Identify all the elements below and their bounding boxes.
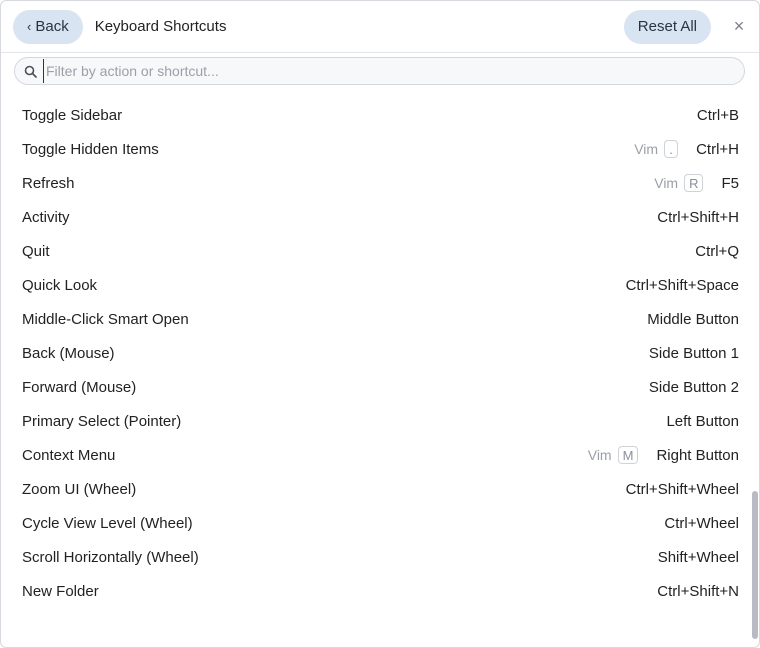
shortcut-bindings: Vim R F5 [654, 174, 739, 192]
shortcut-bindings: Ctrl+Shift+Wheel [626, 481, 739, 498]
search-input[interactable] [43, 59, 744, 83]
shortcut-action-label: Toggle Hidden Items [22, 140, 159, 158]
shortcut-bindings: Side Button 2 [649, 379, 739, 396]
shortcut-action-label: Toggle Sidebar [22, 106, 123, 124]
vim-key-badge: M [617, 446, 639, 464]
shortcut-row[interactable]: Scroll Horizontally (Wheel) Shift+Wheel [1, 540, 749, 574]
shortcut-row[interactable]: Primary Select (Pointer) Left Button [1, 404, 749, 438]
shortcut-action-label: Primary Select (Pointer) [22, 412, 182, 430]
shortcut-action-label: Quit [22, 242, 50, 260]
keyboard-shortcuts-dialog: ‹ Back Keyboard Shortcuts Reset All × To… [0, 0, 760, 648]
shortcut-keys: Ctrl+Q [695, 242, 739, 260]
page-title: Keyboard Shortcuts [94, 18, 227, 35]
vim-label: Vim [587, 447, 612, 463]
shortcut-row[interactable]: Forward (Mouse) Side Button 2 [1, 370, 749, 404]
shortcut-action-label: Scroll Horizontally (Wheel) [22, 548, 199, 566]
shortcut-list: Toggle Sidebar Ctrl+B Toggle Hidden Item… [1, 98, 749, 608]
reset-all-button[interactable]: Reset All [623, 9, 711, 44]
chevron-left-icon: ‹ [27, 18, 32, 34]
shortcut-row[interactable]: Context Menu Vim M Right Button [1, 438, 749, 472]
shortcut-action-label: Quick Look [22, 276, 98, 294]
shortcut-keys: Ctrl+Shift+Space [625, 276, 739, 294]
shortcut-keys: Ctrl+Shift+N [657, 582, 739, 600]
shortcut-row[interactable]: Back (Mouse) Side Button 1 [1, 336, 749, 370]
shortcut-bindings: Left Button [666, 413, 739, 430]
shortcut-action-label: New Folder [22, 582, 99, 600]
close-icon[interactable]: × [729, 16, 749, 37]
shortcut-row[interactable]: New Folder Ctrl+Shift+N [1, 574, 749, 608]
shortcut-action-label: Middle-Click Smart Open [22, 310, 189, 328]
dialog-header: ‹ Back Keyboard Shortcuts Reset All × [1, 1, 759, 53]
shortcut-keys: Ctrl+H [696, 140, 739, 158]
shortcut-bindings: Ctrl+Shift+H [657, 209, 739, 226]
shortcut-bindings: Vim . Ctrl+H [634, 140, 739, 158]
shortcut-keys: Middle Button [647, 310, 739, 328]
shortcut-row[interactable]: Toggle Sidebar Ctrl+B [1, 98, 749, 132]
shortcut-keys: Ctrl+B [696, 106, 739, 124]
shortcut-bindings: Ctrl+Shift+N [657, 583, 739, 600]
shortcut-action-label: Back (Mouse) [22, 344, 115, 362]
shortcut-action-label: Context Menu [22, 446, 116, 464]
shortcut-keys: Ctrl+Shift+H [657, 208, 739, 226]
shortcut-keys: F5 [721, 174, 739, 192]
shortcut-keys: Left Button [666, 412, 739, 430]
shortcut-keys: Ctrl+Wheel [664, 514, 739, 532]
shortcut-row[interactable]: Activity Ctrl+Shift+H [1, 200, 749, 234]
vim-key-badge: R [684, 174, 704, 192]
shortcut-bindings: Side Button 1 [649, 345, 739, 362]
shortcut-keys: Side Button 1 [648, 344, 739, 362]
shortcut-row[interactable]: Zoom UI (Wheel) Ctrl+Shift+Wheel [1, 472, 749, 506]
vim-label: Vim [634, 141, 659, 157]
shortcut-bindings: Ctrl+Wheel [664, 515, 739, 532]
shortcut-bindings: Ctrl+Q [695, 243, 739, 260]
shortcut-keys: Right Button [656, 446, 739, 464]
shortcut-row[interactable]: Quit Ctrl+Q [1, 234, 749, 268]
shortcut-keys: Side Button 2 [648, 378, 739, 396]
back-button-label: Back [35, 18, 69, 35]
search-field[interactable] [14, 57, 745, 85]
shortcut-bindings: Ctrl+B [697, 107, 739, 124]
vim-label: Vim [654, 175, 679, 191]
shortcut-action-label: Zoom UI (Wheel) [22, 480, 137, 498]
shortcut-bindings: Vim M Right Button [588, 446, 739, 464]
shortcut-bindings: Ctrl+Shift+Space [626, 277, 739, 294]
shortcut-row[interactable]: Refresh Vim R F5 [1, 166, 749, 200]
shortcut-bindings: Shift+Wheel [658, 549, 739, 566]
shortcut-row[interactable]: Toggle Hidden Items Vim . Ctrl+H [1, 132, 749, 166]
back-button[interactable]: ‹ Back [13, 9, 83, 44]
shortcut-action-label: Activity [22, 208, 70, 226]
shortcut-action-label: Cycle View Level (Wheel) [22, 514, 193, 532]
shortcut-row[interactable]: Quick Look Ctrl+Shift+Space [1, 268, 749, 302]
scrollbar-thumb[interactable] [752, 491, 758, 639]
shortcut-bindings: Middle Button [647, 311, 739, 328]
vim-key-badge: . [664, 140, 679, 158]
shortcut-row[interactable]: Middle-Click Smart Open Middle Button [1, 302, 749, 336]
shortcut-keys: Ctrl+Shift+Wheel [625, 480, 739, 498]
shortcut-action-label: Refresh [22, 174, 75, 192]
shortcut-row[interactable]: Cycle View Level (Wheel) Ctrl+Wheel [1, 506, 749, 540]
search-icon [24, 64, 38, 78]
shortcut-keys: Shift+Wheel [657, 548, 739, 566]
shortcut-action-label: Forward (Mouse) [22, 378, 137, 396]
